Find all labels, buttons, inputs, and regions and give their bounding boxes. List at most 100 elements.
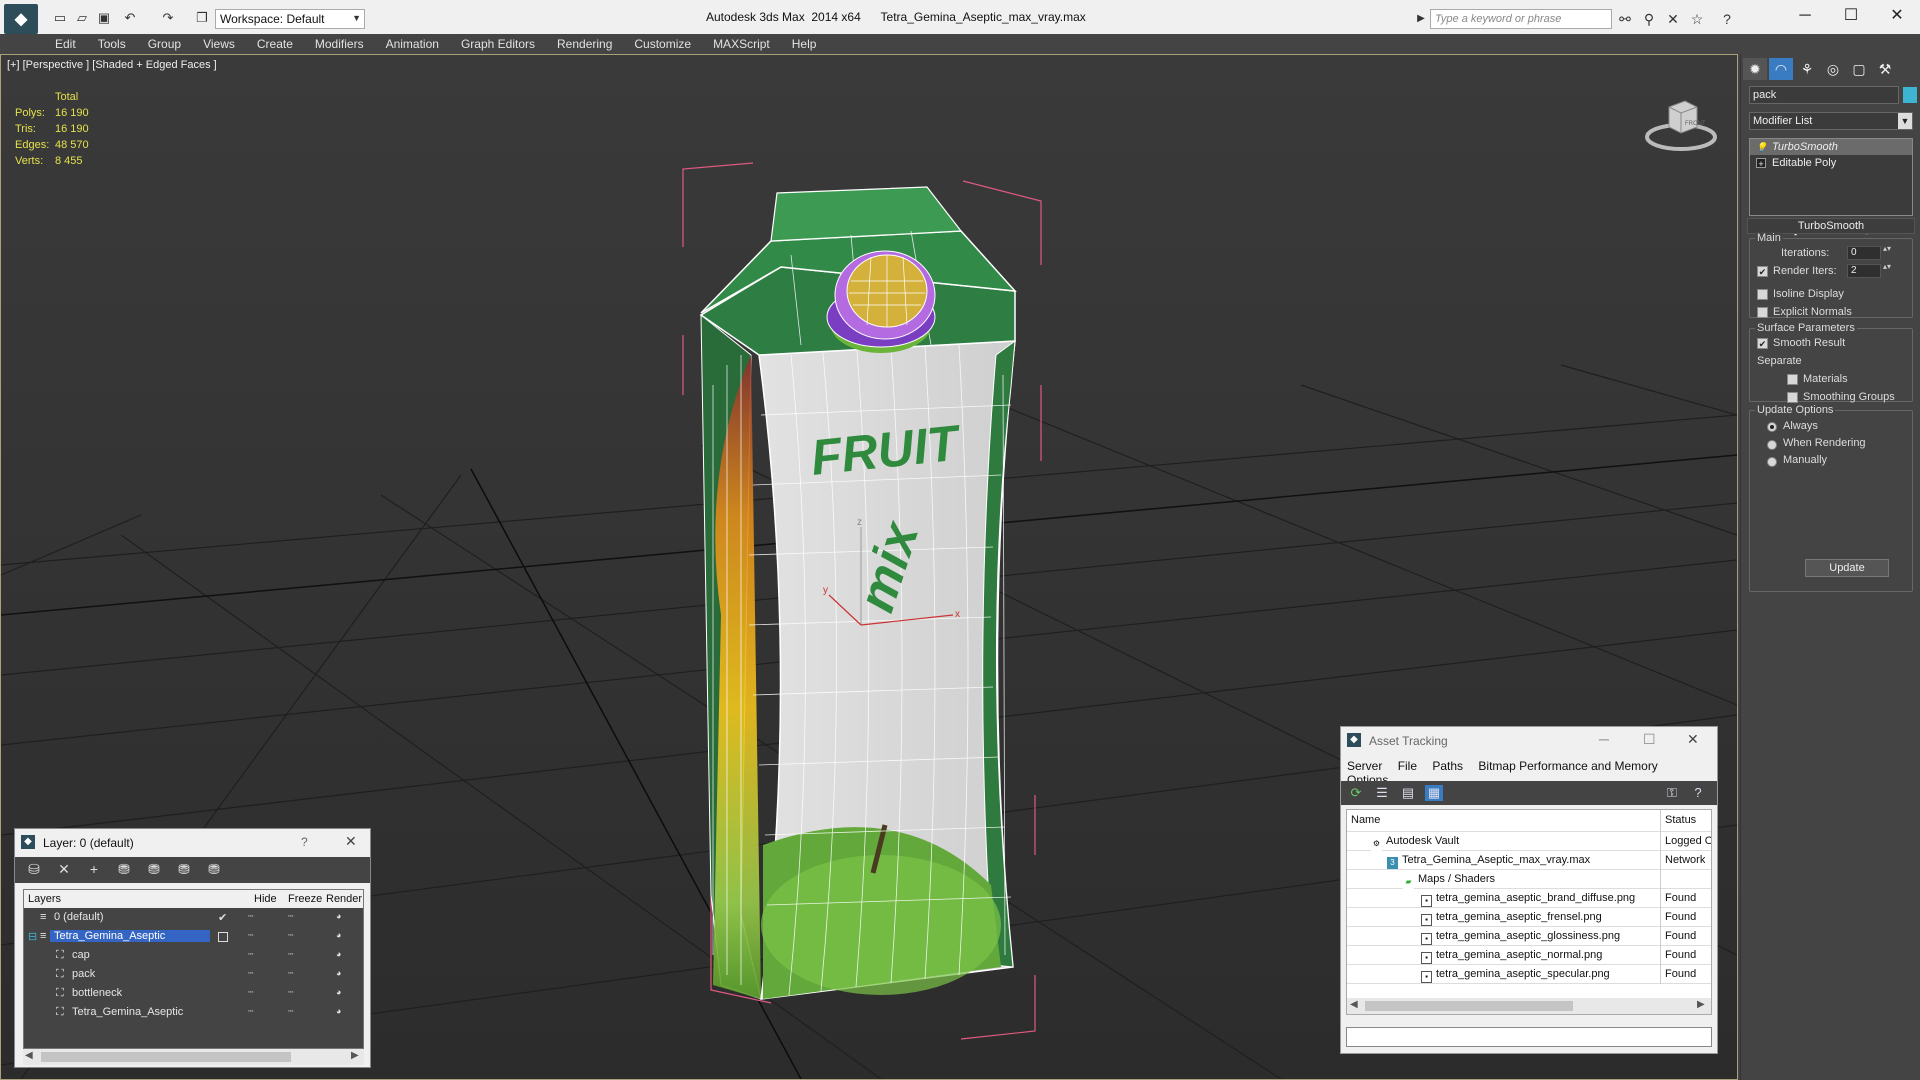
freeze-toggle[interactable]: ┅: [288, 987, 293, 998]
column-layers[interactable]: Layers: [28, 893, 61, 905]
isoline-display-checkbox[interactable]: [1757, 289, 1768, 300]
asset-row[interactable]: ⚙Autodesk Vault Logged Out: [1347, 832, 1711, 851]
layer-row[interactable]: ⛶ pack ┅ ┅ ◕: [24, 965, 363, 984]
help-icon[interactable]: ?: [1689, 785, 1707, 800]
detail-view-icon[interactable]: ▤: [1399, 785, 1417, 801]
spinner-arrows-icon[interactable]: ▴▾: [1883, 262, 1891, 271]
list-view-icon[interactable]: ☰: [1373, 785, 1391, 801]
explicit-normals-checkbox[interactable]: [1757, 307, 1768, 318]
workspace-dropdown[interactable]: Workspace: Default ▼: [215, 9, 365, 29]
hide-toggle[interactable]: ┅: [248, 987, 253, 998]
render-iters-checkbox[interactable]: ✔: [1757, 266, 1768, 277]
asset-row[interactable]: ▪ tetra_gemina_aseptic_specular.png Found: [1347, 965, 1711, 984]
viewport-label[interactable]: [+] [Perspective ] [Shaded + Edged Faces…: [7, 59, 217, 71]
render-teapot-icon[interactable]: ◕: [336, 930, 341, 940]
binoculars-icon[interactable]: ⚯: [1616, 10, 1634, 28]
render-teapot-icon[interactable]: ◕: [336, 949, 341, 959]
highlight-layer-icon[interactable]: ⛃: [145, 861, 163, 878]
menu-views[interactable]: Views: [192, 34, 246, 54]
asset-row[interactable]: ▪ tetra_gemina_aseptic_normal.png Found: [1347, 946, 1711, 965]
project-folder-icon[interactable]: ❐: [194, 11, 210, 25]
close-icon[interactable]: ✕: [345, 833, 357, 850]
help-button[interactable]: ?: [301, 835, 308, 849]
update-button[interactable]: Update: [1805, 559, 1889, 577]
asset-row[interactable]: ▪ tetra_gemina_aseptic_frensel.png Found: [1347, 908, 1711, 927]
layer-row[interactable]: ⛶ Tetra_Gemina_Aseptic ┅ ┅ ◕: [24, 1003, 363, 1022]
smooth-result-checkbox[interactable]: ✔: [1757, 338, 1768, 349]
render-teapot-icon[interactable]: ◕: [336, 1006, 341, 1016]
render-teapot-icon[interactable]: ◕: [336, 968, 341, 978]
maximize-button[interactable]: ☐: [1643, 731, 1656, 748]
menu-group[interactable]: Group: [137, 34, 192, 54]
modify-tab-icon[interactable]: ◠: [1769, 58, 1793, 80]
render-teapot-icon[interactable]: ◕: [336, 987, 341, 997]
maximize-button[interactable]: ☐: [1828, 2, 1874, 30]
minimize-button[interactable]: ─: [1599, 731, 1609, 747]
redo-icon[interactable]: ↷: [160, 11, 176, 25]
stack-item-turbosmooth[interactable]: 💡 TurboSmooth: [1750, 139, 1912, 155]
new-file-icon[interactable]: ▭: [52, 11, 68, 25]
freeze-toggle[interactable]: ┅: [288, 1006, 293, 1017]
open-file-icon[interactable]: ▱: [74, 11, 90, 25]
when-rendering-radio[interactable]: [1767, 440, 1777, 450]
expand-icon[interactable]: ⊟: [28, 930, 37, 943]
search-input[interactable]: Type a keyword or phrase: [1430, 9, 1612, 29]
layer-dialog-header[interactable]: ◆ Layer: 0 (default) ? ✕: [15, 829, 370, 857]
render-teapot-icon[interactable]: ◕: [336, 911, 341, 921]
menu-edit[interactable]: Edit: [44, 34, 87, 54]
minimize-button[interactable]: ─: [1782, 2, 1828, 30]
object-name-field[interactable]: pack: [1749, 86, 1899, 104]
save-icon[interactable]: ▣: [96, 11, 112, 25]
object-color-swatch[interactable]: [1903, 87, 1917, 103]
column-render[interactable]: Render: [326, 893, 362, 905]
smoothing-groups-checkbox[interactable]: [1787, 392, 1798, 403]
hide-toggle[interactable]: ┅: [248, 930, 253, 941]
scrollbar-thumb[interactable]: [41, 1052, 291, 1062]
hierarchy-tab-icon[interactable]: ⚘: [1795, 58, 1819, 80]
hide-all-icon[interactable]: ⛃: [175, 861, 193, 878]
asset-row[interactable]: ▰ Maps / Shaders: [1347, 870, 1711, 889]
layer-row[interactable]: ⛶ cap ┅ ┅ ◕: [24, 946, 363, 965]
menu-help[interactable]: Help: [781, 34, 828, 54]
column-freeze[interactable]: Freeze: [288, 893, 322, 905]
asset-menu-server[interactable]: Server: [1347, 759, 1382, 773]
manually-radio[interactable]: [1767, 457, 1777, 467]
communication-icon[interactable]: ✕: [1664, 10, 1682, 28]
horizontal-scrollbar[interactable]: ◀ ▶: [23, 1049, 364, 1065]
undo-icon[interactable]: ↶: [122, 11, 138, 25]
freeze-toggle[interactable]: ┅: [288, 968, 293, 979]
refresh-icon[interactable]: ⟳: [1347, 785, 1365, 801]
carton-model[interactable]: FRUIT mix: [699, 186, 1017, 1000]
lightbulb-icon[interactable]: 💡: [1756, 142, 1767, 152]
freeze-toggle[interactable]: ┅: [288, 911, 293, 922]
display-tab-icon[interactable]: ▢: [1847, 58, 1871, 80]
layer-row[interactable]: ⛶ bottleneck ┅ ┅ ◕: [24, 984, 363, 1003]
asset-row[interactable]: ▪ tetra_gemina_aseptic_brand_diffuse.png …: [1347, 889, 1711, 908]
close-window-button[interactable]: ✕: [1874, 2, 1920, 30]
modifier-list-dropdown[interactable]: Modifier List ▼: [1749, 112, 1913, 130]
menu-animation[interactable]: Animation: [375, 34, 450, 54]
menu-rendering[interactable]: Rendering: [546, 34, 623, 54]
current-layer-check-icon[interactable]: ✔: [218, 911, 227, 924]
asset-row[interactable]: ▪ tetra_gemina_aseptic_glossiness.png Fou…: [1347, 927, 1711, 946]
hide-toggle[interactable]: ┅: [248, 968, 253, 979]
menu-customize[interactable]: Customize: [623, 34, 702, 54]
table-view-icon[interactable]: ▦: [1425, 785, 1443, 801]
column-name[interactable]: Name: [1351, 814, 1380, 826]
expand-search-icon[interactable]: ▶: [1412, 10, 1430, 28]
asset-menu-file[interactable]: File: [1398, 759, 1417, 773]
add-to-layer-icon[interactable]: +: [85, 861, 103, 877]
scroll-right-icon[interactable]: ▶: [351, 1050, 359, 1061]
menu-modifiers[interactable]: Modifiers: [304, 34, 375, 54]
column-status[interactable]: Status: [1665, 814, 1711, 826]
hide-toggle[interactable]: ┅: [248, 911, 253, 922]
asset-dialog-header[interactable]: ◆ Asset Tracking ─ ☐ ✕: [1341, 727, 1717, 755]
select-objects-icon[interactable]: ⛃: [115, 861, 133, 878]
viewcube[interactable]: FRONT: [1641, 85, 1721, 157]
asset-menu-paths[interactable]: Paths: [1432, 759, 1463, 773]
spinner-arrows-icon[interactable]: ▴▾: [1883, 244, 1891, 253]
freeze-toggle[interactable]: ┅: [288, 949, 293, 960]
layer-row[interactable]: ⊟ ≡ Tetra_Gemina_Aseptic ┅ ┅ ◕: [24, 927, 363, 946]
make-current-box[interactable]: [218, 932, 228, 942]
help-icon[interactable]: ?: [1718, 10, 1736, 28]
